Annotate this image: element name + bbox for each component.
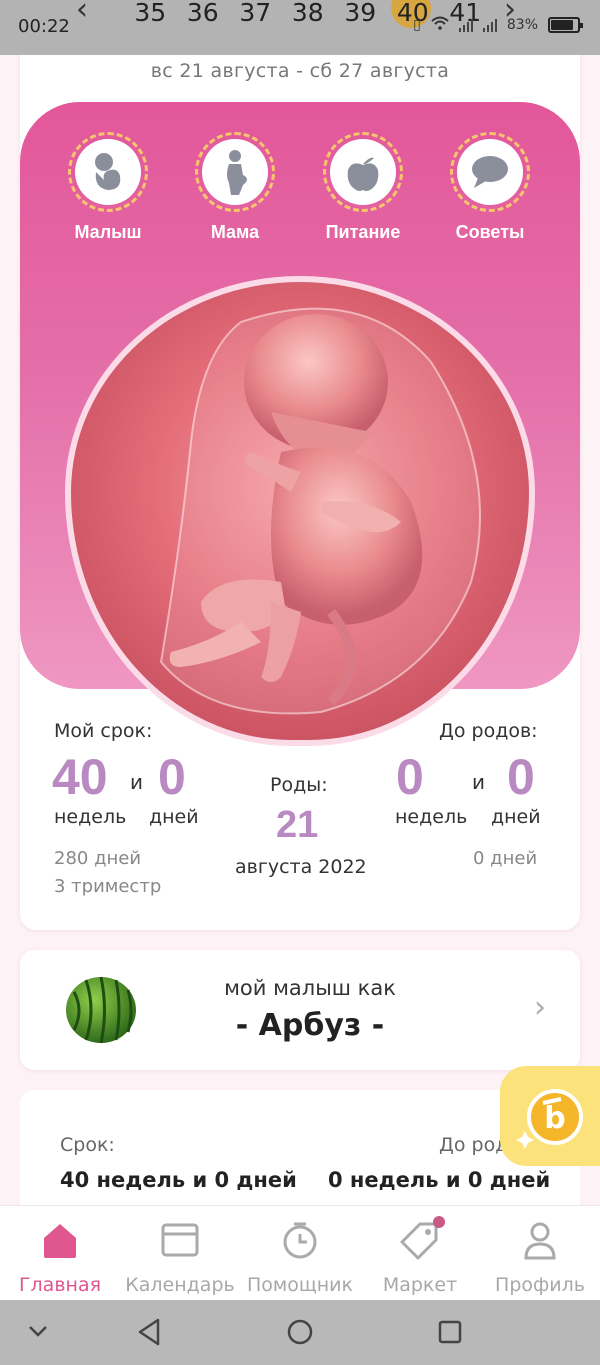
until-detail-value: 0 недель и 0 дней (328, 1168, 551, 1192)
coin-icon: b (516, 1089, 583, 1149)
recents-icon[interactable] (438, 1320, 462, 1344)
nav-home[interactable]: Главная (0, 1218, 120, 1296)
until-birth-days-unit: дней (491, 806, 541, 828)
until-birth-weeks: 0 (396, 749, 424, 805)
week-prev-button[interactable]: ‹ (76, 0, 88, 27)
nav-home-label: Главная (18, 1274, 102, 1296)
until-birth-label: До родов: (439, 720, 538, 742)
home-circle-icon[interactable] (286, 1318, 314, 1346)
category-tips[interactable]: Советы (435, 132, 545, 243)
coins-bonus-button[interactable]: b (500, 1066, 600, 1166)
battery-level (551, 20, 573, 30)
wifi-icon (431, 16, 449, 34)
battery-icon (548, 17, 583, 33)
my-term-and: и (130, 770, 143, 794)
category-nutrition-label: Питание (325, 222, 401, 242)
bottom-navigation: Главная Календарь Помощник Маркет Профил… (0, 1205, 600, 1300)
nav-market[interactable]: Маркет (360, 1216, 480, 1296)
category-mother[interactable]: Мама (180, 132, 290, 243)
baby-size-fruit-name: - Арбуз - (235, 1008, 385, 1043)
battery-percent: 83% (506, 17, 538, 33)
birth-day: 21 (276, 804, 319, 846)
category-mother-label: Мама (210, 222, 260, 242)
timer-icon (283, 1222, 317, 1259)
nav-market-label: Маркет (382, 1274, 458, 1296)
category-mother-ring (195, 132, 275, 212)
term-detail-label: Срок: (60, 1134, 115, 1156)
my-term-total-days: 280 дней (54, 848, 142, 869)
category-nutrition[interactable]: Питание (308, 132, 418, 243)
my-term-weeks: 40 (52, 749, 108, 805)
category-tips-ring (450, 132, 530, 212)
collapse-icon[interactable] (28, 1324, 48, 1338)
week-date-range: вс 21 августа - сб 27 августа (150, 60, 450, 82)
market-notification-dot (433, 1216, 445, 1228)
status-time: 00:22 (18, 16, 70, 37)
category-baby[interactable]: Малыш (53, 132, 163, 243)
week-37[interactable]: 37 (229, 0, 282, 34)
my-term-trimester: 3 триместр (54, 876, 162, 897)
status-icons: ▯ 83% (413, 16, 583, 34)
category-nutrition-ring (323, 132, 403, 212)
nav-calendar-label: Календарь (125, 1274, 235, 1296)
week-35[interactable]: 35 (124, 0, 177, 34)
nav-profile[interactable]: Профиль (480, 1218, 600, 1296)
week-36[interactable]: 36 (177, 0, 230, 34)
mother-icon (227, 150, 247, 195)
nav-assistant[interactable]: Помощник (240, 1218, 360, 1296)
profile-icon (524, 1222, 556, 1260)
home-icon (44, 1224, 76, 1258)
apple-icon (347, 157, 379, 191)
birth-month-year: августа 2022 (235, 856, 367, 878)
signal-icon (458, 18, 473, 32)
back-icon[interactable] (136, 1318, 162, 1346)
pregnancy-main-card: вс 21 августа - сб 27 августа Малыш Мама… (20, 40, 580, 930)
term-summary: Мой срок: 40 и 0 недель дней 280 дней 3 … (20, 720, 580, 920)
my-term-days: 0 (158, 749, 186, 805)
until-birth-weeks-unit: недель (395, 806, 468, 828)
week-38[interactable]: 38 (282, 0, 335, 34)
my-term-label: Мой срок: (54, 720, 153, 742)
baby-icon (95, 153, 121, 190)
category-baby-ring (68, 132, 148, 212)
system-navigation-bar (0, 1300, 600, 1365)
fetus-image (159, 307, 481, 715)
baby-size-subtitle: мой малыш как (224, 976, 396, 1000)
term-detail-value: 40 недель и 0 дней (60, 1168, 297, 1192)
nav-calendar[interactable]: Календарь (120, 1218, 240, 1296)
signal-icon-2 (482, 18, 497, 32)
until-birth-total-days: 0 дней (473, 848, 538, 869)
category-tips-label: Советы (455, 222, 525, 242)
calendar-icon (161, 1223, 199, 1257)
top-bar: 00:22 ‹ 35 36 37 38 39 40 41 › ▯ 83% (0, 0, 600, 55)
category-row: Малыш Мама Питание Советы (20, 132, 580, 252)
birth-label: Роды: (270, 774, 328, 796)
until-birth-days: 0 (507, 749, 535, 805)
baby-size-card[interactable]: мой малыш как - Арбуз - › (20, 950, 580, 1070)
fetus-illustration (65, 276, 535, 746)
pink-header-panel: Малыш Мама Питание Советы (20, 102, 580, 746)
chevron-right-icon: › (534, 990, 546, 1025)
vibrate-icon: ▯ (413, 17, 421, 33)
nav-assistant-label: Помощник (246, 1274, 353, 1296)
until-birth-and: и (472, 770, 485, 794)
chat-bubble-icon (472, 156, 508, 188)
my-term-days-unit: дней (149, 806, 199, 828)
category-baby-label: Малыш (74, 222, 142, 242)
svg-text:b: b (544, 1101, 565, 1136)
week-39[interactable]: 39 (334, 0, 387, 34)
nav-profile-label: Профиль (495, 1274, 585, 1296)
my-term-weeks-unit: недель (54, 806, 127, 828)
